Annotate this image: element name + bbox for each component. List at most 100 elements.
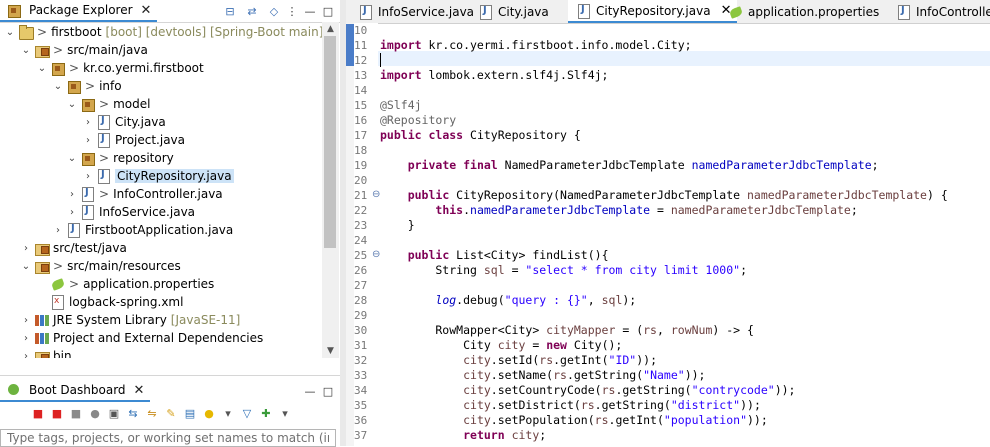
tree-item-package-root[interactable]: ⌄ > kr.co.yermi.firstboot: [36, 59, 204, 77]
tree-item-project-java[interactable]: › Project.java: [82, 131, 185, 149]
link-with-editor-icon[interactable]: ⇄: [244, 3, 260, 19]
dropdown-icon[interactable]: ▾: [277, 405, 293, 421]
maximize-icon[interactable]: □: [320, 3, 336, 19]
tab-boot-dashboard[interactable]: Boot Dashboard ✕: [0, 380, 151, 402]
tree-item-label: info: [99, 79, 122, 93]
line-number: 32: [354, 354, 368, 367]
tab-label: Package Explorer: [29, 3, 133, 17]
chevron-down-icon[interactable]: ⌄: [52, 77, 64, 95]
scroll-up-icon[interactable]: ▲: [322, 22, 339, 36]
scroll-down-icon[interactable]: ▼: [322, 344, 339, 358]
chevron-down-icon[interactable]: ⌄: [66, 149, 78, 167]
minimize-icon[interactable]: —: [302, 3, 318, 19]
fold-collapse-icon[interactable]: ⊖: [372, 249, 380, 260]
tree-item-repository[interactable]: ⌄ > repository: [66, 149, 174, 167]
tree-item-label: CityRepository.java: [115, 169, 234, 183]
tree-item-src-test-java[interactable]: › src/test/java: [20, 239, 127, 257]
maximize-icon[interactable]: □: [320, 383, 336, 399]
fold-collapse-icon[interactable]: ⊖: [372, 189, 380, 200]
add-icon[interactable]: ✚: [258, 405, 274, 421]
minimize-icon[interactable]: —: [302, 383, 318, 399]
tree-item-decoration: [boot] [devtools] [Spring-Boot main]: [105, 25, 322, 39]
collapse-all-icon[interactable]: ⊟: [222, 3, 238, 19]
dashboard-filter-input[interactable]: [0, 429, 336, 447]
chevron-right-icon[interactable]: ›: [66, 185, 78, 203]
chevron-right-icon[interactable]: ›: [66, 203, 78, 221]
tree-item-label: application.properties: [83, 277, 215, 291]
source-folder-icon: [34, 240, 50, 256]
close-icon[interactable]: ✕: [141, 3, 152, 18]
close-icon[interactable]: ✕: [134, 383, 145, 398]
chevron-down-icon[interactable]: ⌄: [36, 59, 48, 77]
focus-icon[interactable]: ◇: [266, 3, 282, 19]
tree-item-prefix: >: [99, 151, 110, 165]
tree-item-prefix: >: [99, 97, 110, 111]
filter-icon[interactable]: ▽: [239, 405, 255, 421]
chevron-down-icon[interactable]: ⌄: [66, 95, 78, 113]
tab-cityrepository-java[interactable]: CityRepository.java ✕: [568, 0, 738, 23]
tree-item-prefix: >: [53, 259, 64, 273]
scrollbar-thumb[interactable]: [324, 36, 336, 248]
console-icon[interactable]: ▣: [106, 405, 122, 421]
line-number: 37: [354, 429, 368, 442]
chevron-down-icon[interactable]: ⌄: [20, 257, 32, 275]
tree-item-infoservice-java[interactable]: › InfoService.java: [66, 203, 195, 221]
tree-item-src-main-resources[interactable]: ⌄ > src/main/resources: [20, 257, 181, 275]
code-line: this.namedParameterJdbcTemplate = namedP…: [435, 203, 858, 217]
chevron-right-icon[interactable]: ›: [52, 221, 64, 239]
tab-infocontroller-java[interactable]: InfoController.java: [888, 0, 990, 23]
code-line: private final NamedParameterJdbcTemplate…: [407, 158, 879, 172]
tree-item-bin[interactable]: › bin: [20, 347, 72, 358]
dropdown-icon[interactable]: ▾: [220, 405, 236, 421]
chevron-right-icon[interactable]: ›: [20, 329, 32, 347]
tab-label: application.properties: [748, 4, 880, 19]
link-icon[interactable]: ⇋: [144, 405, 160, 421]
tree-item-label: City.java: [115, 115, 166, 129]
tab-infoservice-java[interactable]: InfoService.java: [350, 0, 480, 23]
tab-city-java[interactable]: City.java: [470, 0, 555, 23]
chevron-down-icon[interactable]: ⌄: [20, 41, 32, 59]
tree-item-dependencies[interactable]: › Project and External Dependencies: [20, 329, 263, 347]
code-line: city.setPopulation(rs.getInt("population…: [463, 413, 768, 427]
view-menu-icon[interactable]: ⋮: [284, 3, 300, 19]
tree-item-application-properties[interactable]: > application.properties: [48, 275, 214, 293]
overview-ruler[interactable]: [346, 23, 354, 446]
tree-item-infocontroller-java[interactable]: › > InfoController.java: [66, 185, 223, 203]
code-line: public class CityRepository {: [380, 128, 581, 142]
code-line: city.setName(rs.getString("Name"));: [463, 368, 706, 382]
chevron-right-icon[interactable]: ›: [20, 311, 32, 329]
chevron-right-icon[interactable]: ›: [82, 131, 94, 149]
edit-icon[interactable]: ✎: [163, 405, 179, 421]
open-browser-icon[interactable]: ●: [87, 405, 103, 421]
tree-item-model[interactable]: ⌄ > model: [66, 95, 150, 113]
properties-icon[interactable]: ▤: [182, 405, 198, 421]
tab-package-explorer[interactable]: Package Explorer ✕: [0, 0, 158, 22]
tree-item-info[interactable]: ⌄ > info: [52, 77, 122, 95]
line-number: 20: [354, 174, 368, 187]
tree-item-city-java[interactable]: › City.java: [82, 113, 166, 131]
code-line: String sql = "select * from city limit 1…: [380, 263, 747, 277]
tree-item-src-main-java[interactable]: ⌄ > src/main/java: [20, 41, 148, 59]
line-number: 11: [354, 39, 368, 52]
project-tree: ⌄ > firstboot [boot] [devtools] [Spring-…: [0, 22, 322, 358]
lightbulb-icon[interactable]: ●: [201, 405, 217, 421]
stop-icon[interactable]: ■: [68, 405, 84, 421]
debug-icon[interactable]: ■: [49, 405, 65, 421]
tree-item-jre-library[interactable]: › JRE System Library [JavaSE-11]: [20, 311, 240, 329]
chevron-right-icon[interactable]: ›: [82, 167, 94, 185]
tree-item-cityrepository-java[interactable]: › CityRepository.java: [82, 167, 234, 185]
tree-item-firstbootapplication-java[interactable]: › FirstbootApplication.java: [52, 221, 233, 239]
chevron-right-icon[interactable]: ›: [20, 347, 32, 359]
tab-application-properties[interactable]: application.properties: [720, 0, 885, 23]
code-line: city.setCountryCode(rs.getString("contry…: [463, 383, 796, 397]
tree-vertical-scrollbar[interactable]: ▲ ▼: [322, 22, 339, 358]
tree-item-logback-xml[interactable]: logback-spring.xml: [48, 293, 183, 311]
chevron-right-icon[interactable]: ›: [82, 113, 94, 131]
line-number: 13: [354, 69, 368, 82]
tree-item-firstboot[interactable]: ⌄ > firstboot [boot] [devtools] [Spring-…: [4, 23, 322, 41]
chevron-right-icon[interactable]: ›: [20, 239, 32, 257]
refresh-icon[interactable]: ⇆: [125, 405, 141, 421]
dashboard-toolbar: ■ ■ ■ ● ▣ ⇆ ⇋ ✎ ▤ ● ▾ ▽ ✚ ▾: [30, 403, 293, 423]
start-icon[interactable]: ■: [30, 405, 46, 421]
chevron-down-icon[interactable]: ⌄: [4, 23, 16, 41]
